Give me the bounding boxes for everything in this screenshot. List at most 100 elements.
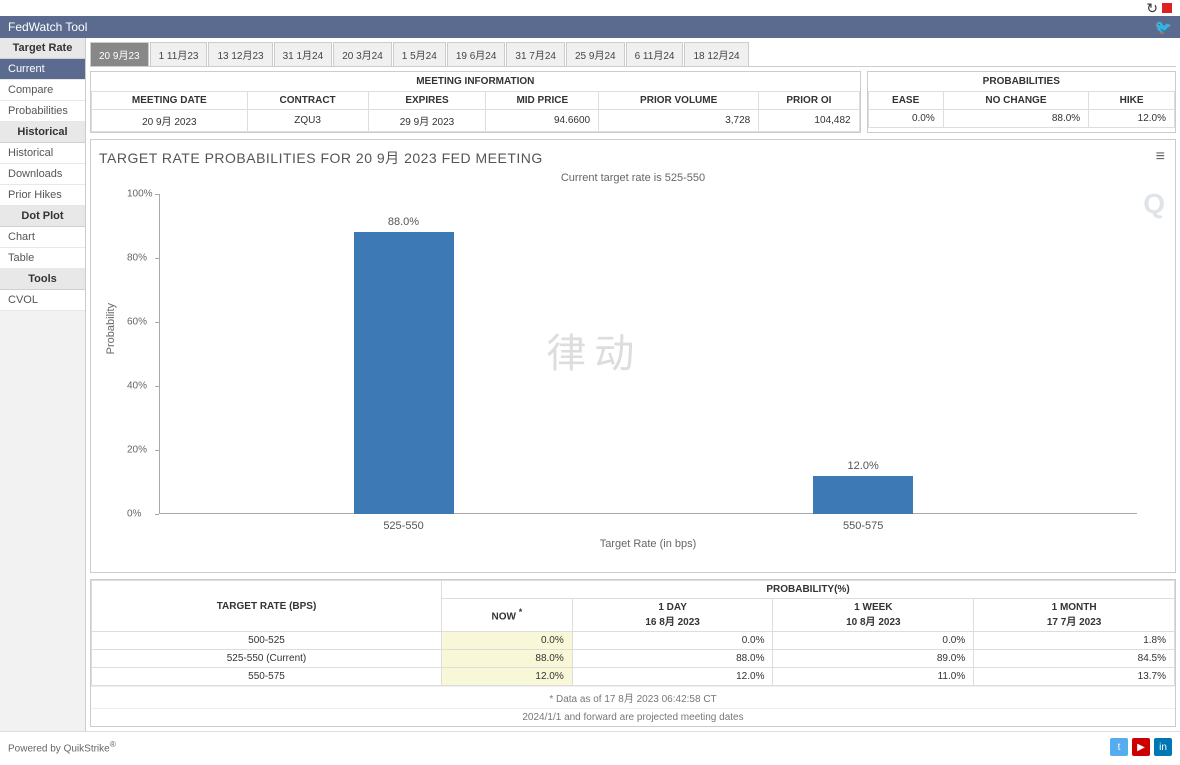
sidebar-item-current[interactable]: Current [0,59,85,80]
y-tick-label: 60% [127,317,147,328]
y-tick-label: 100% [127,189,153,200]
sidebar-item-prior-hikes[interactable]: Prior Hikes [0,185,85,206]
sidebar-item-chart[interactable]: Chart [0,227,85,248]
table-row: 500-5250.0%0.0%0.0%1.8% [92,632,1175,650]
table-cell: 88.0% [442,650,573,668]
refresh-icon[interactable]: ↻ [1146,0,1158,17]
watermark-q-icon: Q [1143,188,1165,220]
chart-menu-icon[interactable]: ≡ [1156,148,1165,166]
table-header: 1 WEEK10 8月 2023 [773,599,974,632]
bar-category-label: 550-575 [813,514,913,532]
tab-meeting-date[interactable]: 25 9月24 [566,42,625,66]
sidebar-item-downloads[interactable]: Downloads [0,164,85,185]
table-cell: 94.6600 [486,110,599,132]
expand-icon[interactable] [1162,3,1172,13]
forward-note: 2024/1/1 and forward are projected meeti… [91,708,1175,726]
chart-subtitle: Current target rate is 525-550 [99,172,1167,184]
sidebar-item-historical[interactable]: Historical [0,143,85,164]
table-cell: 104,482 [759,110,859,132]
table-header: EASE [868,92,943,110]
meeting-info-table: MEETING DATECONTRACTEXPIRESMID PRICEPRIO… [91,91,860,132]
chart-bar: 88.0%525-550 [354,232,454,514]
table-header: TARGET RATE (BPS) [92,581,442,632]
tab-meeting-date[interactable]: 1 11月23 [150,42,208,66]
table-cell: 0.0% [773,632,974,650]
data-as-of-note: * Data as of 17 8月 2023 06:42:58 CT [91,686,1175,708]
table-cell: 0.0% [572,632,773,650]
tab-meeting-date[interactable]: 19 6月24 [447,42,506,66]
linkedin-footer-icon[interactable]: in [1154,738,1172,756]
table-header: CONTRACT [247,92,368,110]
table-header: MEETING DATE [92,92,248,110]
youtube-footer-icon[interactable]: ▶ [1132,738,1150,756]
table-cell: 88.0% [572,650,773,668]
app-title: FedWatch Tool [8,20,87,34]
chart-title: TARGET RATE PROBABILITIES FOR 20 9月 2023… [99,148,1167,168]
history-table: TARGET RATE (BPS)PROBABILITY(%)NOW *1 DA… [91,580,1175,686]
chart-bar: 12.0%550-575 [813,476,913,514]
table-cell: 11.0% [773,668,974,686]
tab-meeting-date[interactable]: 20 3月24 [333,42,392,66]
table-header: PRIOR OI [759,92,859,110]
sidebar-item-cvol[interactable]: CVOL [0,290,85,311]
sidebar-item-table[interactable]: Table [0,248,85,269]
sidebar-header: Dot Plot [0,206,85,227]
tab-meeting-date[interactable]: 20 9月23 [90,42,149,66]
table-row: 525-550 (Current)88.0%88.0%89.0%84.5% [92,650,1175,668]
chart-container: TARGET RATE PROBABILITIES FOR 20 9月 2023… [90,139,1176,573]
tab-meeting-date[interactable]: 13 12月23 [208,42,272,66]
table-cell: 13.7% [974,668,1175,686]
table-row: 550-57512.0%12.0%11.0%13.7% [92,668,1175,686]
tab-meeting-date[interactable]: 18 12月24 [684,42,748,66]
table-cell: 84.5% [974,650,1175,668]
x-axis-label: Target Rate (in bps) [159,538,1137,550]
table-cell: 525-550 (Current) [92,650,442,668]
twitter-icon[interactable]: 🐦 [1155,19,1172,36]
meeting-info-title: MEETING INFORMATION [91,72,860,91]
tab-meeting-date[interactable]: 6 11月24 [626,42,684,66]
sidebar-item-probabilities[interactable]: Probabilities [0,101,85,122]
bar-category-label: 525-550 [354,514,454,532]
probabilities-table: EASENO CHANGEHIKE 0.0%88.0%12.0% [868,91,1175,128]
y-tick-label: 0% [127,509,141,520]
sidebar-header: Target Rate [0,38,85,59]
tab-meeting-date[interactable]: 31 7月24 [506,42,565,66]
table-cell: 500-525 [92,632,442,650]
bar-value-label: 88.0% [354,216,454,228]
sidebar-header: Tools [0,269,85,290]
powered-by: Powered by QuikStrike® [8,739,116,754]
table-header: EXPIRES [368,92,486,110]
table-cell: 12.0% [572,668,773,686]
table-cell: ZQU3 [247,110,368,132]
y-tick-label: 80% [127,253,147,264]
table-cell: 12.0% [1089,110,1175,128]
table-cell: 12.0% [442,668,573,686]
table-header: NOW * [442,599,573,632]
table-cell: 29 9月 2023 [368,110,486,132]
bar-value-label: 12.0% [813,460,913,472]
table-header: HIKE [1089,92,1175,110]
table-cell: 20 9月 2023 [92,110,248,132]
sidebar-header: Historical [0,122,85,143]
table-header: PRIOR VOLUME [599,92,759,110]
table-cell: 89.0% [773,650,974,668]
tab-meeting-date[interactable]: 31 1月24 [274,42,333,66]
tab-meeting-date[interactable]: 1 5月24 [393,42,446,66]
table-cell: 3,728 [599,110,759,132]
table-header: MID PRICE [486,92,599,110]
probabilities-title: PROBABILITIES [868,72,1175,91]
table-header: PROBABILITY(%) [442,581,1175,599]
table-cell: 88.0% [943,110,1088,128]
y-tick-label: 20% [127,445,147,456]
table-cell: 550-575 [92,668,442,686]
table-header: 1 DAY16 8月 2023 [572,599,773,632]
table-cell: 0.0% [868,110,943,128]
table-cell: 1.8% [974,632,1175,650]
twitter-footer-icon[interactable]: t [1110,738,1128,756]
y-axis-label: Probability [105,303,117,354]
table-header: 1 MONTH17 7月 2023 [974,599,1175,632]
table-cell: 0.0% [442,632,573,650]
sidebar-item-compare[interactable]: Compare [0,80,85,101]
y-tick-label: 40% [127,381,147,392]
table-header: NO CHANGE [943,92,1088,110]
